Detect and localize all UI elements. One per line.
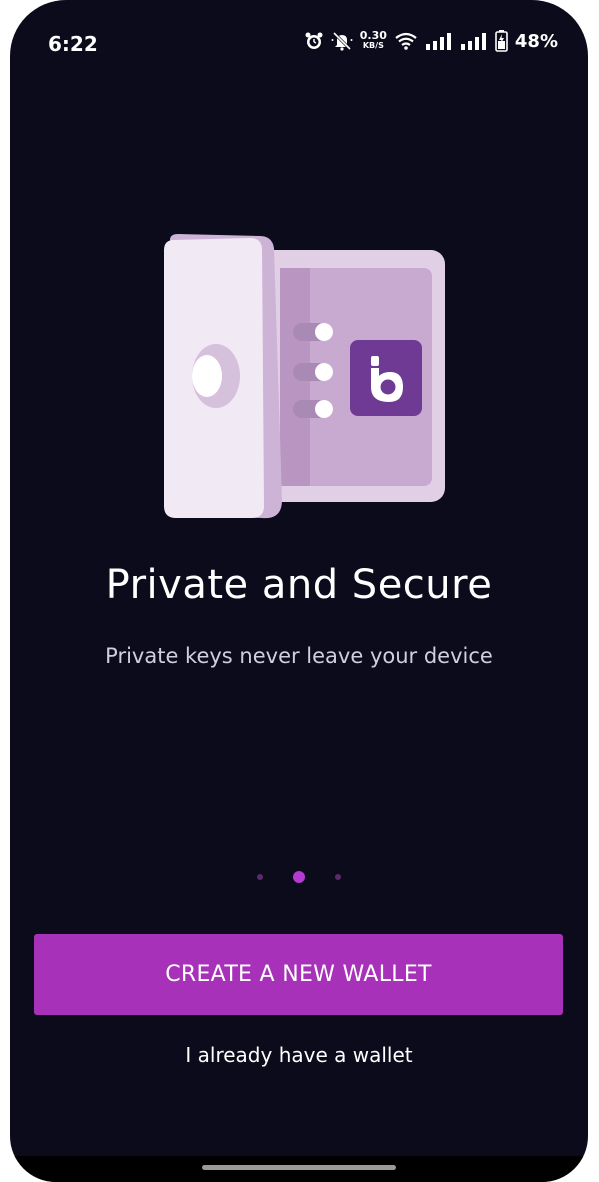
signal-icon xyxy=(460,32,488,50)
existing-wallet-link[interactable]: I already have a wallet xyxy=(10,1043,588,1067)
status-time: 6:22 xyxy=(48,32,98,56)
create-wallet-button[interactable]: CREATE A NEW WALLET xyxy=(34,934,563,1015)
page-dot[interactable] xyxy=(335,874,341,880)
page-dot-active[interactable] xyxy=(293,871,305,883)
page-dot[interactable] xyxy=(257,874,263,880)
phone-screen: 6:22 0.30 KB/S 48% Private and Secure Pr… xyxy=(10,0,588,1182)
vault-illustration xyxy=(150,230,460,530)
battery-icon xyxy=(495,30,508,52)
navigation-bar xyxy=(10,1156,588,1182)
wifi-icon xyxy=(394,31,418,51)
page-indicator xyxy=(10,871,588,883)
net-speed-value: 0.30 xyxy=(359,29,387,42)
net-speed-unit: KB/S xyxy=(362,41,384,50)
page-title: Private and Secure xyxy=(105,562,493,608)
status-bar: 6:22 0.30 KB/S 48% xyxy=(10,0,588,90)
home-indicator[interactable] xyxy=(202,1165,396,1170)
page-subtitle: Private keys never leave your device xyxy=(105,644,493,668)
brand-logo-icon xyxy=(350,340,422,416)
alarm-icon xyxy=(304,31,324,51)
battery-percent: 48% xyxy=(514,30,558,52)
net-speed: 0.30 KB/S xyxy=(359,29,387,51)
signal-icon xyxy=(425,32,453,50)
status-icons: 0.30 KB/S 48% xyxy=(304,30,558,52)
mute-icon xyxy=(331,31,353,51)
